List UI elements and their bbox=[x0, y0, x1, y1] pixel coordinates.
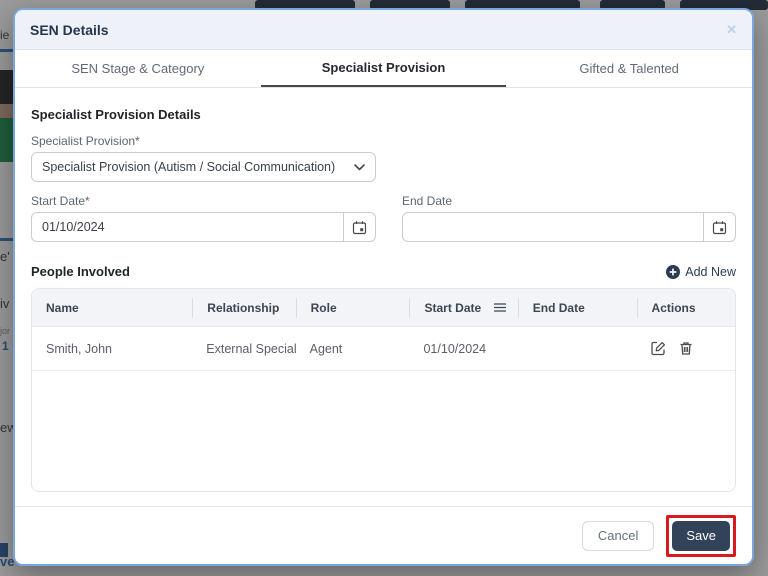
people-involved-table: Name Relationship Role Start Date End Da… bbox=[31, 288, 736, 492]
chevron-down-icon bbox=[354, 163, 365, 171]
modal-tabs: SEN Stage & Category Specialist Provisio… bbox=[15, 50, 752, 88]
end-date-input[interactable] bbox=[403, 213, 703, 241]
section-title-people-involved: People Involved bbox=[31, 264, 130, 279]
section-title-provision-details: Specialist Provision Details bbox=[31, 107, 201, 122]
save-annotation-highlight: Save bbox=[666, 514, 736, 557]
menu-lines-icon[interactable] bbox=[493, 303, 506, 312]
cell-name: Smith, John bbox=[46, 341, 113, 356]
sen-details-modal: SEN Details ✕ SEN Stage & Category Speci… bbox=[13, 8, 754, 566]
add-new-button[interactable]: Add New bbox=[666, 264, 736, 279]
modal-title: SEN Details bbox=[30, 21, 109, 38]
column-header-name[interactable]: Name bbox=[32, 298, 192, 318]
start-date-field bbox=[31, 212, 376, 242]
cell-role: Agent bbox=[309, 341, 343, 356]
save-button[interactable]: Save bbox=[672, 520, 730, 551]
end-date-label: End Date bbox=[402, 194, 453, 208]
cell-relationship: External Specialist bbox=[206, 341, 295, 356]
column-header-start-date[interactable]: Start Date bbox=[409, 297, 517, 318]
table-header-row: Name Relationship Role Start Date End Da… bbox=[32, 289, 735, 327]
cell-actions bbox=[637, 341, 735, 356]
column-header-actions: Actions bbox=[636, 297, 735, 318]
edit-icon[interactable] bbox=[650, 341, 666, 356]
table-row: Smith, John External Specialist Agent 01… bbox=[32, 327, 735, 371]
calendar-icon[interactable] bbox=[343, 213, 375, 241]
specialist-provision-label: Specialist Provision* bbox=[31, 134, 140, 148]
column-header-role[interactable]: Role bbox=[295, 297, 410, 318]
specialist-provision-selected-value: Specialist Provision (Autism / Social Co… bbox=[42, 160, 336, 174]
modal-footer: Cancel Save bbox=[15, 506, 752, 564]
cell-start-date: 01/10/2024 bbox=[423, 341, 487, 356]
column-header-end-date[interactable]: End Date bbox=[517, 297, 637, 318]
specialist-provision-select[interactable]: Specialist Provision (Autism / Social Co… bbox=[31, 152, 376, 182]
tab-sen-stage-category[interactable]: SEN Stage & Category bbox=[15, 50, 261, 87]
calendar-icon[interactable] bbox=[703, 213, 735, 241]
modal-body: Specialist Provision Details Specialist … bbox=[15, 88, 752, 492]
column-header-relationship[interactable]: Relationship bbox=[192, 297, 295, 318]
close-icon[interactable]: ✕ bbox=[726, 23, 737, 36]
tab-gifted-talented[interactable]: Gifted & Talented bbox=[506, 50, 752, 87]
tab-specialist-provision[interactable]: Specialist Provision bbox=[260, 50, 507, 87]
end-date-field bbox=[402, 212, 736, 242]
start-date-label: Start Date* bbox=[31, 194, 90, 208]
column-header-start-date-label: Start Date bbox=[424, 300, 482, 315]
start-date-input[interactable] bbox=[32, 213, 343, 241]
cancel-button[interactable]: Cancel bbox=[581, 520, 655, 551]
add-new-label: Add New bbox=[685, 264, 736, 279]
modal-header: SEN Details ✕ bbox=[15, 10, 752, 50]
trash-icon[interactable] bbox=[679, 341, 693, 356]
plus-circle-icon bbox=[666, 264, 681, 279]
